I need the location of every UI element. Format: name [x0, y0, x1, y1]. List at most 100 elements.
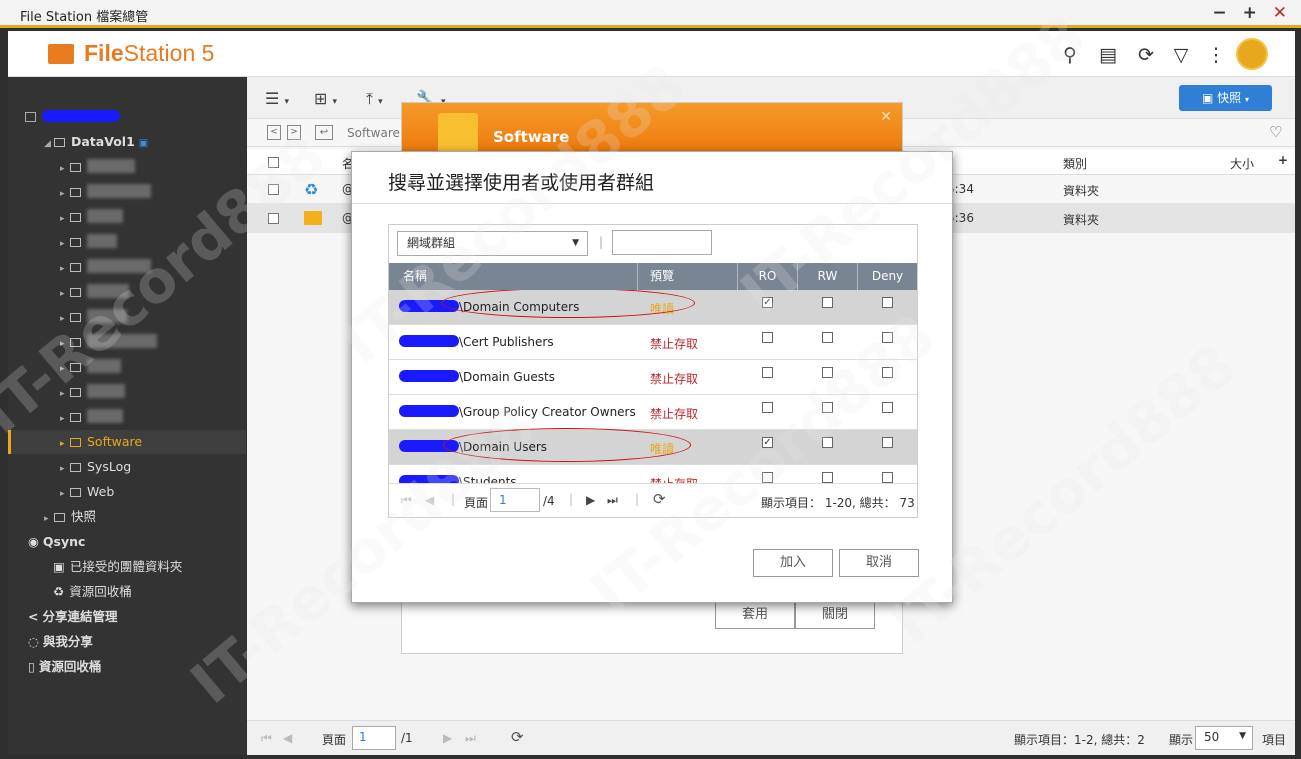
folder-icon: [70, 213, 81, 222]
sidebar-item-datavol1[interactable]: ◢ DataVol1 ▣: [44, 133, 148, 151]
table-row[interactable]: \Domain Users 唯讀 ✓: [389, 428, 917, 465]
user-avatar[interactable]: [1236, 38, 1268, 70]
table-row[interactable]: \Group Policy Creator Owners 禁止存取: [389, 395, 917, 430]
rw-checkbox[interactable]: [822, 297, 833, 308]
ro-checkbox[interactable]: [762, 367, 773, 378]
column-deny: Deny: [871, 269, 904, 283]
first-page-icon[interactable]: ⏮: [261, 731, 272, 746]
table-row[interactable]: \Cert Publishers 禁止存取: [389, 325, 917, 360]
sidebar-item-snapshot[interactable]: ▸ 快照: [44, 508, 96, 526]
column-size[interactable]: 大小: [1230, 155, 1254, 172]
deny-checkbox[interactable]: [882, 367, 893, 378]
table-row[interactable]: \Domain Guests 禁止存取: [389, 360, 917, 395]
sidebar-item-shared-with-me[interactable]: ◌ 與我分享: [28, 633, 93, 651]
add-column-icon[interactable]: +: [1278, 153, 1288, 167]
maximize-button[interactable]: +: [1243, 3, 1257, 23]
deny-checkbox[interactable]: [882, 402, 893, 413]
select-all-checkbox[interactable]: [268, 157, 279, 168]
sidebar-folder-redacted[interactable]: ▸: [60, 183, 151, 201]
sidebar-item-web[interactable]: ▸ Web: [60, 483, 114, 501]
filter-icon[interactable]: ▽: [1169, 43, 1193, 67]
rw-checkbox[interactable]: [822, 472, 833, 483]
sidebar-folder-redacted[interactable]: ▸: [60, 408, 123, 426]
deny-checkbox[interactable]: [882, 332, 893, 343]
prev-page-icon[interactable]: ◀: [425, 493, 434, 507]
forward-button[interactable]: >: [287, 125, 301, 140]
row-checkbox[interactable]: [268, 184, 279, 195]
minimize-button[interactable]: −: [1212, 3, 1226, 23]
upload-icon[interactable]: ⤒ ▾: [366, 89, 383, 109]
sidebar-folder-redacted[interactable]: ▸: [60, 158, 135, 176]
table-row[interactable]: \Students 禁止存取: [389, 465, 917, 483]
new-folder-icon[interactable]: ⊞ ▾: [314, 89, 337, 108]
ro-checkbox[interactable]: [762, 472, 773, 483]
close-button[interactable]: 關閉: [795, 601, 875, 629]
sidebar-folder-redacted[interactable]: ▸: [60, 383, 125, 401]
user-type-select[interactable]: 網域群組 ▼: [397, 231, 588, 256]
sidebar-item-qsync-recycle[interactable]: ♻ 資源回收桶: [53, 583, 132, 601]
folder-icon: [70, 263, 81, 272]
sidebar-item-syslog[interactable]: ▸ SysLog: [60, 458, 131, 476]
ro-checkbox[interactable]: ✓: [762, 297, 773, 308]
rw-checkbox[interactable]: [822, 402, 833, 413]
sidebar-folder-redacted[interactable]: ▸: [60, 308, 127, 326]
add-button[interactable]: 加入: [753, 549, 833, 577]
deny-checkbox[interactable]: [882, 472, 893, 483]
next-page-icon[interactable]: ▶: [443, 731, 452, 745]
last-page-icon[interactable]: ⏭: [607, 493, 618, 508]
sidebar-item-qsync[interactable]: ◉ Qsync: [28, 533, 85, 551]
view-mode-icon[interactable]: ☰ ▾: [265, 89, 289, 108]
first-page-icon[interactable]: ⏮: [401, 493, 412, 508]
prev-page-icon[interactable]: ◀: [283, 731, 292, 745]
last-page-icon[interactable]: ⏭: [465, 731, 476, 746]
app-header: FileStation 5 ⚲ ▤ ⟳ ▽ ⋮: [8, 31, 1295, 77]
search-icon[interactable]: ⚲: [1058, 43, 1082, 67]
sidebar-folder-redacted[interactable]: ▸: [60, 258, 151, 276]
apply-button[interactable]: 套用: [715, 601, 795, 629]
cast-icon[interactable]: ▤: [1096, 43, 1120, 67]
next-page-icon[interactable]: ▶: [586, 493, 595, 507]
rw-checkbox[interactable]: [822, 332, 833, 343]
close-icon[interactable]: ✕: [880, 109, 892, 125]
column-type[interactable]: 類別: [1063, 155, 1087, 172]
search-input[interactable]: [612, 230, 712, 255]
sidebar-folder-redacted[interactable]: ▸: [60, 233, 117, 251]
rw-checkbox[interactable]: [822, 367, 833, 378]
path-current[interactable]: Software: [347, 126, 400, 140]
sidebar-folder-redacted[interactable]: ▸: [60, 283, 129, 301]
back-button[interactable]: <: [267, 125, 281, 140]
deny-checkbox[interactable]: [882, 297, 893, 308]
sidebar-item-share-links[interactable]: < 分享連結管理: [28, 608, 118, 626]
ro-checkbox[interactable]: [762, 332, 773, 343]
refresh-icon[interactable]: ⟳: [653, 490, 666, 508]
close-window-button[interactable]: ✕: [1273, 3, 1287, 23]
nas-root[interactable]: [25, 108, 120, 126]
redacted-domain: [399, 335, 459, 347]
sidebar-folder-redacted[interactable]: ▸: [60, 333, 157, 351]
sidebar-folder-redacted[interactable]: ▸: [60, 208, 123, 226]
sidebar-item-software[interactable]: ▸ Software: [8, 430, 246, 454]
favorite-icon[interactable]: ♡: [1269, 123, 1282, 141]
row-checkbox[interactable]: [268, 213, 279, 224]
table-row[interactable]: \Domain Computers 唯讀 ✓: [389, 290, 917, 325]
deny-checkbox[interactable]: [882, 437, 893, 448]
cancel-button[interactable]: 取消: [839, 549, 919, 577]
page-input[interactable]: 1: [490, 488, 540, 512]
refresh-icon[interactable]: ⟳: [511, 728, 524, 746]
sidebar-folder-redacted[interactable]: ▸: [60, 358, 121, 376]
per-page-select[interactable]: 50 ▼: [1195, 726, 1253, 750]
folder-logo-icon: [48, 44, 74, 64]
sidebar-item-team-folders[interactable]: ▣ 已接受的團體資料夾: [53, 558, 182, 576]
refresh-icon[interactable]: ⟳: [1134, 43, 1158, 67]
sidebar-item-recycle-bin[interactable]: ▯ 資源回收桶: [28, 658, 101, 676]
parent-folder-button[interactable]: ↩: [315, 125, 333, 140]
ro-checkbox[interactable]: ✓: [762, 437, 773, 448]
preview-permission: 禁止存取: [650, 475, 698, 483]
file-type: 資料夾: [1063, 184, 1100, 198]
more-menu-icon[interactable]: ⋮: [1204, 43, 1228, 67]
page-input[interactable]: 1: [352, 726, 396, 750]
ro-checkbox[interactable]: [762, 402, 773, 413]
snapshot-button[interactable]: ▣ 快照 ▾: [1179, 85, 1272, 111]
rw-checkbox[interactable]: [822, 437, 833, 448]
column-ro: RO: [738, 263, 798, 290]
